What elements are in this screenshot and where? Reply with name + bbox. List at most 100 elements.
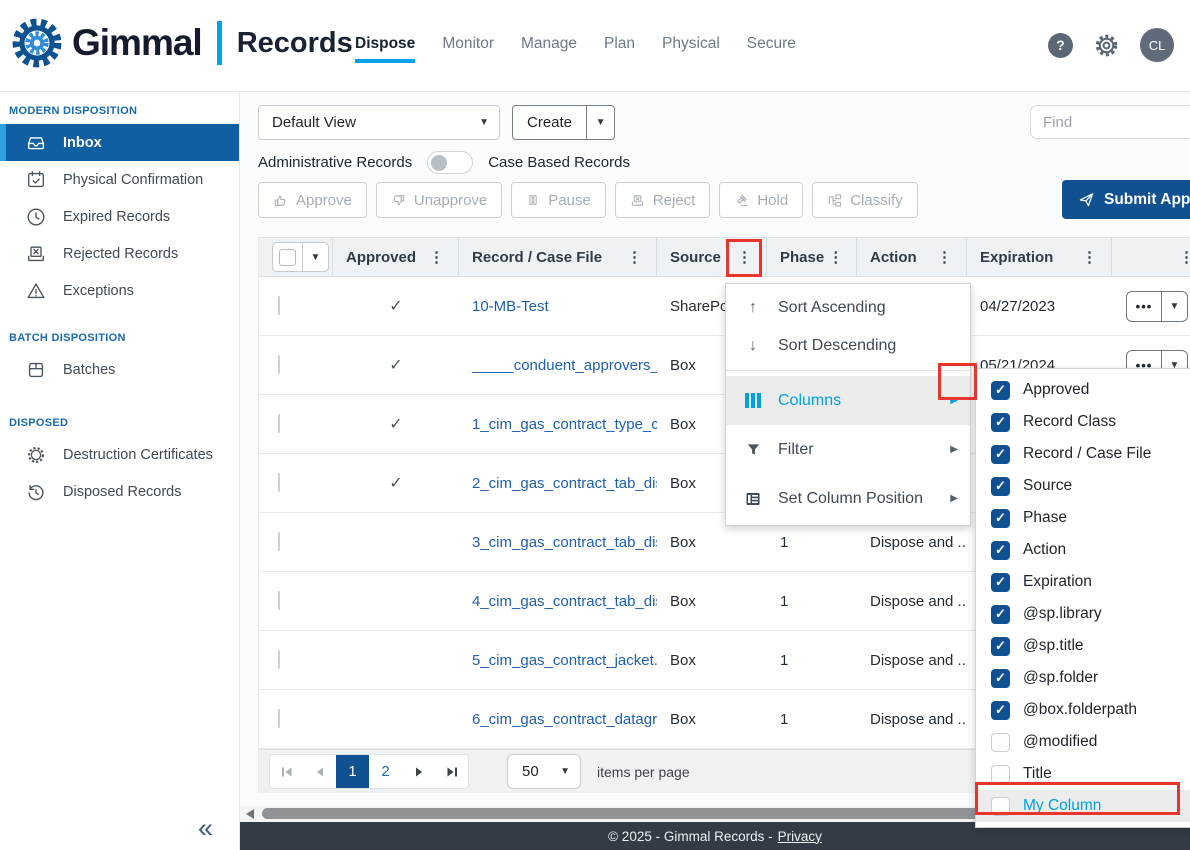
select-all-dropdown[interactable]: ▼ [303,243,328,271]
nav-tab-plan[interactable]: Plan [604,35,635,63]
submenu-item-phase[interactable]: Phase [976,502,1190,534]
column-menu-icon[interactable]: ⋮ [1175,248,1190,266]
ellipsis-icon[interactable]: ••• [1127,292,1162,321]
submit-approval-button[interactable]: Submit Approval [1062,180,1190,219]
nav-tab-secure[interactable]: Secure [747,35,796,63]
column-menu-icon[interactable]: ⋮ [933,248,956,266]
row-checkbox[interactable] [278,591,280,610]
row-checkbox[interactable] [278,709,280,728]
submenu-item-sp-title[interactable]: @sp.title [976,630,1190,662]
menu-item-sort-ascending[interactable]: ↑ Sort Ascending [726,289,970,327]
record-link[interactable]: 4_cim_gas_contract_tab_dis... [472,593,657,610]
row-checkbox[interactable] [278,296,280,315]
find-input[interactable] [1030,105,1190,139]
settings-gear-icon[interactable] [1093,32,1120,59]
sidebar-collapse-icon[interactable]: « [198,813,213,844]
page-2-button[interactable]: 2 [369,755,402,788]
sidebar-item-batches[interactable]: Batches [0,351,239,388]
user-avatar[interactable]: CL [1140,28,1174,62]
page-1-button[interactable]: 1 [336,755,369,788]
checkbox-icon[interactable] [991,765,1010,784]
row-checkbox[interactable] [278,532,280,551]
menu-item-sort-descending[interactable]: ↓ Sort Descending [726,327,970,365]
checkbox-icon[interactable] [991,797,1010,816]
hold-button[interactable]: Hold [719,182,803,218]
submenu-item-record-class[interactable]: Record Class [976,406,1190,438]
next-page-button[interactable] [402,755,435,788]
row-checkbox[interactable] [278,355,280,374]
classify-button[interactable]: Classify [812,182,918,218]
record-link[interactable]: 10-MB-Test [472,298,549,315]
checkbox-icon[interactable] [991,669,1010,688]
record-link[interactable]: 6_cim_gas_contract_datagri... [472,711,657,728]
nav-tab-physical[interactable]: Physical [662,35,720,63]
column-menu-icon[interactable]: ⋮ [824,248,847,266]
nav-tab-monitor[interactable]: Monitor [442,35,494,63]
sidebar-item-exceptions[interactable]: Exceptions [0,272,239,309]
checkbox-icon[interactable] [991,541,1010,560]
nav-tab-manage[interactable]: Manage [521,35,577,63]
submenu-item-source[interactable]: Source [976,470,1190,502]
record-link[interactable]: 3_cim_gas_contract_tab_dis... [472,534,657,551]
checkbox-icon[interactable] [991,381,1010,400]
submenu-item-record-case-file[interactable]: Record / Case File [976,438,1190,470]
submenu-item-title[interactable]: Title [976,758,1190,790]
record-link[interactable]: 1_cim_gas_contract_type_cr... [472,416,657,433]
checkbox-icon[interactable] [991,637,1010,656]
checkbox-icon[interactable] [991,701,1010,720]
scroll-left-icon[interactable] [246,809,254,819]
menu-item-set-column-position[interactable]: Set Column Position ▶ [726,474,970,523]
submenu-item-sp-library[interactable]: @sp.library [976,598,1190,630]
menu-item-columns[interactable]: Columns ▶ [726,376,970,425]
column-menu-icon[interactable]: ⋮ [425,248,448,266]
reject-button[interactable]: Reject [615,182,711,218]
privacy-link[interactable]: Privacy [778,829,822,844]
record-link[interactable]: 5_cim_gas_contract_jacket.dql [472,652,657,669]
submenu-item-expiration[interactable]: Expiration [976,566,1190,598]
submenu-item-approved[interactable]: Approved [976,374,1190,406]
create-button[interactable]: Create ▼ [512,105,615,140]
last-page-button[interactable] [435,755,468,788]
sidebar-item-destruction-certificates[interactable]: Destruction Certificates [0,436,239,473]
pause-button[interactable]: Pause [511,182,606,218]
column-menu-icon[interactable]: ⋮ [623,248,646,266]
create-dropdown-button[interactable]: ▼ [586,106,614,139]
previous-page-button[interactable] [303,755,336,788]
submenu-item-my-column[interactable]: My Column [976,790,1190,822]
checkbox-icon[interactable] [991,477,1010,496]
record-link[interactable]: 2_cim_gas_contract_tab_dis... [472,475,657,492]
checkbox-icon[interactable] [991,733,1010,752]
checkbox-icon[interactable] [991,573,1010,592]
checkbox-icon[interactable] [991,605,1010,624]
row-checkbox[interactable] [278,650,280,669]
submenu-item-box-folderpath[interactable]: @box.folderpath [976,694,1190,726]
first-page-button[interactable] [270,755,303,788]
select-all-widget[interactable]: ▼ [272,242,329,272]
sidebar-item-physical-confirmation[interactable]: Physical Confirmation [0,161,239,198]
menu-item-filter[interactable]: Filter ▶ [726,425,970,474]
approve-button[interactable]: Approve [258,182,367,218]
row-checkbox[interactable] [278,414,280,433]
checkbox-icon[interactable] [991,509,1010,528]
sidebar-item-expired-records[interactable]: Expired Records [0,198,239,235]
select-all-checkbox[interactable] [273,243,303,271]
row-actions-button[interactable]: ••• ▼ [1126,291,1188,322]
help-icon[interactable]: ? [1048,33,1073,58]
column-menu-icon[interactable]: ⋮ [1078,248,1101,266]
submenu-item-action[interactable]: Action [976,534,1190,566]
record-type-toggle[interactable] [427,151,473,174]
column-menu-icon[interactable]: ⋮ [733,248,756,266]
checkbox-icon[interactable] [991,445,1010,464]
sidebar-item-disposed-records[interactable]: Disposed Records [0,473,239,510]
submenu-item-modified[interactable]: @modified [976,726,1190,758]
row-checkbox[interactable] [278,473,280,492]
submenu-item-sp-folder[interactable]: @sp.folder [976,662,1190,694]
unapprove-button[interactable]: Unapprove [376,182,502,218]
sidebar-item-inbox[interactable]: Inbox [0,124,239,161]
record-link[interactable]: _____conduent_approvers_... [472,357,657,374]
checkbox-icon[interactable] [991,413,1010,432]
view-select[interactable]: Default View ▼ [258,105,500,140]
nav-tab-dispose[interactable]: Dispose [355,35,415,63]
page-size-select[interactable]: 50 ▼ [507,754,581,789]
sidebar-item-rejected-records[interactable]: Rejected Records [0,235,239,272]
